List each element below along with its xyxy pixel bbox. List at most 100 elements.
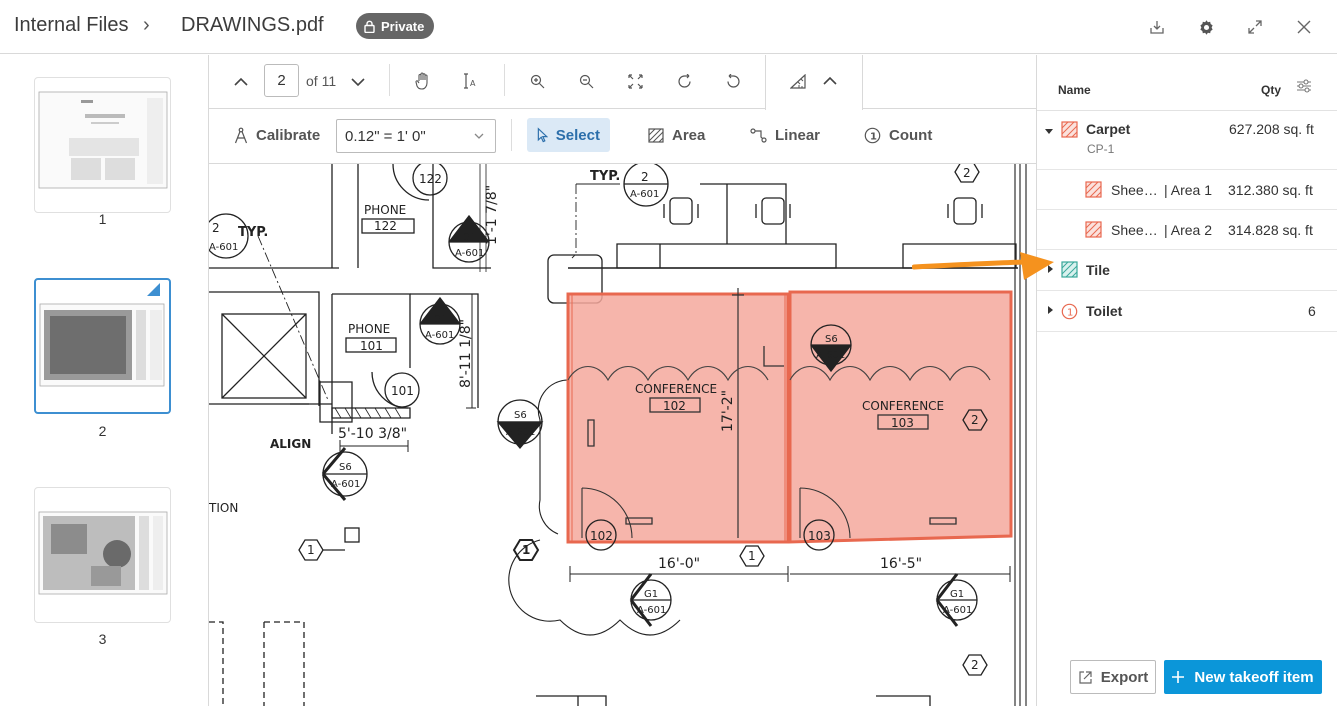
callout-2-b: 2 xyxy=(212,221,220,235)
select-tool-button[interactable]: Select xyxy=(527,118,610,152)
caret-right-icon[interactable] xyxy=(1045,264,1055,274)
phone-room-number-1: 122 xyxy=(374,219,397,233)
chair-1 xyxy=(663,197,699,225)
typ-label-2: TYP. xyxy=(590,169,620,184)
close-icon[interactable] xyxy=(1290,13,1318,41)
takeoff-subitem-area-2[interactable]: Shee… | Area 2 314.828 sq. ft xyxy=(1037,210,1337,250)
select-tool-label: Select xyxy=(555,126,600,144)
text-select-icon[interactable]: A xyxy=(456,67,484,95)
area-hatch-icon xyxy=(648,127,664,143)
subitem-1-qty: 312.380 sq. ft xyxy=(1228,182,1313,198)
breadcrumb-internal-files[interactable]: Internal Files xyxy=(14,14,129,37)
area-tool-button[interactable]: Area xyxy=(638,118,715,152)
zoom-in-icon[interactable] xyxy=(523,67,551,95)
takeoff-item-toilet[interactable]: 1 Toilet 6 xyxy=(1037,291,1337,332)
area-hatch-red-icon xyxy=(1061,121,1078,138)
export-button[interactable]: Export xyxy=(1070,660,1156,694)
measure-tools-icon[interactable] xyxy=(784,67,812,95)
chair-2 xyxy=(755,197,791,225)
takeoff-subitem-area-1[interactable]: Shee… | Area 1 312.380 sq. ft xyxy=(1037,170,1337,210)
header: Internal Files › DRAWINGS.pdf Private xyxy=(0,0,1337,54)
phone-room-number-2: 101 xyxy=(360,339,383,353)
toolbar-divider xyxy=(389,64,390,96)
gear-icon[interactable] xyxy=(1192,13,1220,41)
toolbar-divider xyxy=(511,119,512,151)
conference-number-103: 103 xyxy=(891,416,914,430)
callout-s6-b: S6 xyxy=(339,462,352,473)
next-page-button[interactable] xyxy=(344,68,372,96)
dimension-a: 5'-10 3/8" xyxy=(338,426,407,442)
linear-tool-button[interactable]: Linear xyxy=(740,118,830,152)
cursor-icon xyxy=(537,127,548,143)
takeoff-item-carpet[interactable]: Carpet CP-1 627.208 sq. ft xyxy=(1037,111,1337,170)
carpet-code: CP-1 xyxy=(1087,142,1115,156)
subitem-2-area: | Area 2 xyxy=(1164,222,1213,238)
collapse-tools-button[interactable] xyxy=(816,67,844,95)
area-tool-label: Area xyxy=(672,126,706,144)
zoom-out-icon[interactable] xyxy=(572,67,600,95)
drawing-canvas[interactable]: TYP. TYP. PHONE 122 PHONE 101 122 101 AL… xyxy=(209,164,1036,706)
download-icon[interactable] xyxy=(1143,13,1171,41)
takeoff-panel: Name Qty Carpet CP-1 627.208 sq. ft Shee… xyxy=(1036,55,1337,706)
callout-a601-d: A-601 xyxy=(331,479,360,490)
area-hatch-red-icon xyxy=(1085,221,1102,238)
callout-g1-c: G1 xyxy=(644,589,658,600)
page-thumbnail-2[interactable] xyxy=(34,278,171,414)
area-hatch-red-icon xyxy=(1085,181,1102,198)
new-takeoff-item-button[interactable]: New takeoff item xyxy=(1164,660,1322,694)
page-thumbnail-2-label: 2 xyxy=(98,423,107,439)
takeoff-item-tile[interactable]: Tile xyxy=(1037,250,1337,291)
toolbar-divider xyxy=(504,64,505,96)
export-label: Export xyxy=(1100,668,1149,686)
callout-s6-c: S6 xyxy=(825,334,838,345)
callout-a601-h: A-601 xyxy=(630,189,659,200)
calibrate-button[interactable]: Calibrate xyxy=(224,118,330,152)
carpet-qty: 627.208 sq. ft xyxy=(1229,121,1314,137)
page-number-input[interactable]: 2 xyxy=(264,64,299,97)
compass-icon xyxy=(234,127,248,143)
caret-right-icon[interactable] xyxy=(1045,305,1055,315)
linear-tool-label: Linear xyxy=(775,126,821,144)
rotate-clockwise-icon[interactable] xyxy=(670,67,698,95)
callout-g1-b: G1 xyxy=(433,314,447,325)
scale-value: 0.12" = 1' 0" xyxy=(345,128,426,145)
dimension-d: 17'-2" xyxy=(720,390,736,432)
phone-room-label-2: PHONE xyxy=(348,322,390,336)
caret-down-icon[interactable] xyxy=(1044,126,1054,136)
hex-tag-1-c: 1 xyxy=(748,549,756,563)
page-thumbnail-3-label: 3 xyxy=(98,631,107,647)
new-takeoff-item-label: New takeoff item xyxy=(1194,668,1314,686)
hex-tag-2-b: 2 xyxy=(971,413,979,427)
svg-text:1: 1 xyxy=(870,131,877,142)
callout-a601-c: A-601 xyxy=(506,427,535,438)
tile-name: Tile xyxy=(1086,262,1110,278)
pan-hand-icon[interactable] xyxy=(409,67,437,95)
dimension-c: 1'-1 7/8" xyxy=(484,185,500,245)
filter-settings-icon[interactable] xyxy=(1296,79,1312,93)
breadcrumb-separator: › xyxy=(143,14,150,36)
page-thumbnail-1-label: 1 xyxy=(98,211,107,227)
plus-icon xyxy=(1172,671,1185,683)
subitem-2-name: Shee… xyxy=(1111,222,1158,238)
count-tool-button[interactable]: 1 Count xyxy=(854,118,942,152)
callout-2-a: 2 xyxy=(641,170,649,184)
column-qty: Qty xyxy=(1261,83,1282,97)
fit-page-icon[interactable] xyxy=(621,67,649,95)
callout-a601-b: A-601 xyxy=(425,330,454,341)
previous-page-button[interactable] xyxy=(227,68,255,96)
carpet-name: Carpet xyxy=(1086,121,1131,137)
takeoff-panel-header: Name Qty xyxy=(1037,55,1337,111)
chevron-down-icon xyxy=(474,133,484,139)
room-tag-101: 101 xyxy=(391,384,414,398)
callout-s6-a: S6 xyxy=(514,410,527,421)
file-title: DRAWINGS.pdf xyxy=(181,14,324,36)
subitem-2-qty: 314.828 sq. ft xyxy=(1228,222,1313,238)
rotate-counterclockwise-icon[interactable] xyxy=(719,67,747,95)
expand-icon[interactable] xyxy=(1241,13,1269,41)
dimension-e: 16'-0" xyxy=(658,556,700,572)
page-thumbnail-1[interactable] xyxy=(34,77,171,213)
privacy-badge: Private xyxy=(356,13,435,39)
page-thumbnail-3[interactable] xyxy=(34,487,171,623)
scale-dropdown[interactable]: 0.12" = 1' 0" xyxy=(336,119,496,153)
hex-tag-2-a: 2 xyxy=(963,166,971,180)
